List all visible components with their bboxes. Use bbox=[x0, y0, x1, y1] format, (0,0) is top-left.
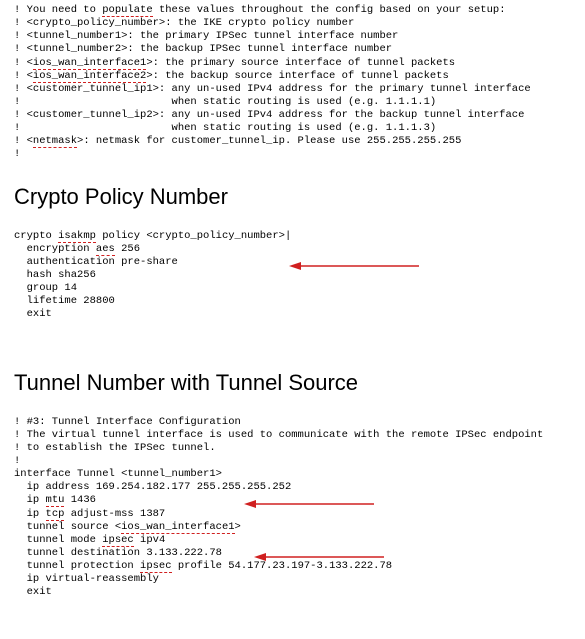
heading-crypto-policy: Crypto Policy Number bbox=[14, 184, 571, 210]
code-line: exit bbox=[14, 586, 571, 599]
code-line: ! #3: Tunnel Interface Configuration bbox=[14, 416, 571, 429]
underlined-term: mtu bbox=[46, 494, 65, 507]
intro-code-block: ! You need to populate these values thro… bbox=[14, 4, 571, 162]
arrow-icon bbox=[254, 526, 384, 527]
crypto-code-block: crypto isakmp policy <crypto_policy_numb… bbox=[14, 230, 571, 348]
underlined-term: ipsec bbox=[102, 534, 134, 547]
code-line: lifetime 28800 bbox=[14, 295, 571, 308]
underlined-term: isakmp bbox=[58, 230, 96, 243]
underlined-term: netmask bbox=[33, 135, 77, 148]
code-line: ! bbox=[14, 148, 571, 161]
underlined-term: ios_wan_interface1 bbox=[33, 57, 146, 70]
code-line: exit bbox=[14, 308, 571, 321]
tunnel-code-block: ! #3: Tunnel Interface Configuration! Th… bbox=[14, 416, 571, 639]
code-line: ! to establish the IPSec tunnel. bbox=[14, 442, 571, 455]
code-line: ! <customer_tunnel_ip2>: any un-used IPv… bbox=[14, 109, 571, 122]
underlined-term: tcp bbox=[46, 508, 65, 521]
underlined-term: ios_wan_interface1 bbox=[121, 521, 234, 534]
code-line: ! when static routing is used (e.g. 1.1.… bbox=[14, 96, 571, 109]
code-line: ! bbox=[14, 455, 571, 468]
arrow-icon bbox=[289, 235, 419, 236]
underlined-term: ipsec bbox=[140, 560, 172, 573]
underlined-term: ios_wan_interface2 bbox=[33, 70, 146, 83]
code-line: ! when static routing is used (e.g. 1.1.… bbox=[14, 122, 571, 135]
code-line: ! <tunnel_number1>: the primary IPSec tu… bbox=[14, 30, 571, 43]
heading-tunnel-number: Tunnel Number with Tunnel Source bbox=[14, 370, 571, 396]
code-line: ! <crypto_policy_number>: the IKE crypto… bbox=[14, 17, 571, 30]
underlined-term: populate bbox=[102, 4, 152, 17]
code-line: ! <tunnel_number2>: the backup IPSec tun… bbox=[14, 43, 571, 56]
code-line: ! The virtual tunnel interface is used t… bbox=[14, 429, 571, 442]
code-line: ! <ios_wan_interface2>: the backup sourc… bbox=[14, 70, 571, 83]
underlined-term: aes bbox=[96, 243, 115, 256]
code-line: ! <netmask>: netmask for customer_tunnel… bbox=[14, 135, 571, 148]
code-line: ! You need to populate these values thro… bbox=[14, 4, 571, 17]
arrow-icon bbox=[244, 473, 374, 474]
code-line: ! <customer_tunnel_ip1>: any un-used IPv… bbox=[14, 83, 571, 96]
code-line: ! <ios_wan_interface1>: the primary sour… bbox=[14, 57, 571, 70]
